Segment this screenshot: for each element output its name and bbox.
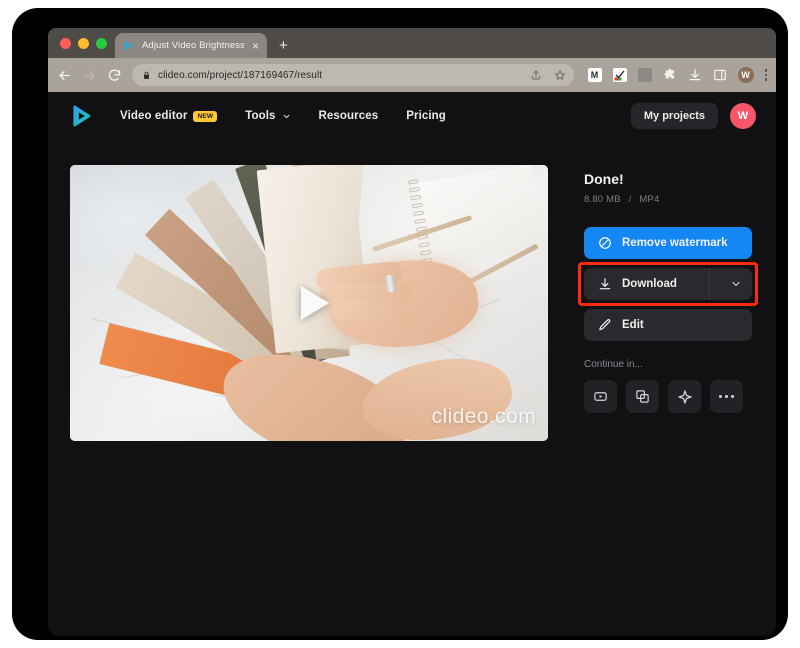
three-dot-menu-icon[interactable] [764, 69, 767, 81]
share-icon[interactable] [530, 69, 542, 81]
download-main-action[interactable]: Download [598, 277, 699, 291]
lock-icon [144, 71, 149, 79]
edit-label: Edit [622, 319, 644, 331]
three-dots [719, 395, 734, 398]
download-icon [599, 278, 611, 290]
meta-separator: / [628, 194, 632, 205]
nav-item-resources[interactable]: Resources [305, 110, 393, 122]
download-button[interactable]: Download [584, 268, 752, 300]
side-panel-icon[interactable] [713, 68, 727, 82]
tab-title: Adjust Video Brightness, Contr [142, 40, 244, 51]
my-projects-button[interactable]: My projects [630, 103, 718, 129]
result-content: clideo.com Done! 8.80 MB / MP4 Remove wa… [48, 140, 776, 441]
clideo-page: Video editor NEW Tools Resources Pricing… [48, 92, 776, 636]
nav-item-video-editor[interactable]: Video editor NEW [106, 110, 231, 122]
clideo-play-icon [125, 40, 134, 51]
browser-toolbar: clideo.com/project/187169467/result M W [48, 58, 776, 92]
download-divider [709, 268, 710, 300]
edit-button[interactable]: Edit [584, 309, 752, 341]
device-bezel: Adjust Video Brightness, Contr × + clide… [12, 8, 788, 640]
downloads-icon[interactable] [688, 68, 702, 82]
file-meta: 8.80 MB / MP4 [584, 194, 752, 205]
forward-button[interactable] [82, 68, 97, 83]
more-options-icon[interactable] [710, 380, 743, 413]
reload-button[interactable] [107, 68, 122, 83]
back-button[interactable] [57, 68, 72, 83]
file-format: MP4 [639, 194, 660, 205]
clideo-logo[interactable] [68, 103, 94, 129]
chevron-down-icon [283, 114, 289, 118]
play-icon[interactable] [301, 286, 329, 320]
url-text: clideo.com/project/187169467/result [158, 69, 323, 81]
address-bar[interactable]: clideo.com/project/187169467/result [132, 64, 574, 86]
continue-actions [584, 380, 752, 413]
browser-profile-avatar[interactable]: W [737, 67, 754, 83]
video-watermark: clideo.com [431, 405, 536, 428]
close-window-button[interactable] [60, 37, 71, 49]
user-avatar[interactable]: W [730, 103, 756, 129]
window-controls [56, 28, 115, 58]
new-tab-button[interactable]: + [279, 37, 288, 54]
pencil-icon [599, 319, 611, 331]
browser-tab[interactable]: Adjust Video Brightness, Contr × [115, 33, 267, 58]
gmail-extension-icon[interactable]: M [587, 68, 602, 82]
star-icon[interactable] [554, 69, 566, 81]
browser-tab-strip: Adjust Video Brightness, Contr × + [48, 28, 776, 58]
chevron-down-icon [732, 281, 740, 287]
download-label: Download [622, 278, 677, 290]
no-watermark-icon [599, 237, 611, 249]
extensions-area: M W [584, 67, 767, 83]
nav-label-video-editor: Video editor [120, 110, 188, 122]
puzzle-extensions-icon[interactable] [663, 68, 677, 82]
nav-label-tools: Tools [245, 110, 276, 122]
file-size: 8.80 MB [584, 194, 621, 205]
grey-extension-icon[interactable] [637, 68, 652, 82]
remove-watermark-button[interactable]: Remove watermark [584, 227, 752, 259]
continue-in-label: Continue in... [584, 359, 643, 370]
tab-close-icon[interactable]: × [250, 40, 261, 52]
nav-item-pricing[interactable]: Pricing [392, 110, 460, 122]
browser-window: Adjust Video Brightness, Contr × + clide… [48, 28, 776, 636]
maximize-window-button[interactable] [96, 37, 107, 49]
compress-sparkle-icon[interactable] [668, 380, 701, 413]
remove-watermark-label: Remove watermark [622, 237, 728, 249]
minimize-window-button[interactable] [78, 37, 89, 49]
video-preview[interactable]: clideo.com [70, 165, 548, 441]
nav-item-tools[interactable]: Tools [231, 110, 304, 122]
new-badge: NEW [193, 110, 218, 122]
result-title: Done! [584, 171, 624, 187]
site-navigation: Video editor NEW Tools Resources Pricing… [48, 92, 776, 140]
download-dropdown-toggle[interactable] [720, 278, 752, 290]
layers-copy-icon[interactable] [626, 380, 659, 413]
result-panel: Done! 8.80 MB / MP4 Remove watermark Dow… [578, 165, 758, 441]
download-button-wrapper: Download [578, 262, 758, 306]
video-player-icon[interactable] [584, 380, 617, 413]
checklist-extension-icon[interactable] [612, 68, 627, 82]
